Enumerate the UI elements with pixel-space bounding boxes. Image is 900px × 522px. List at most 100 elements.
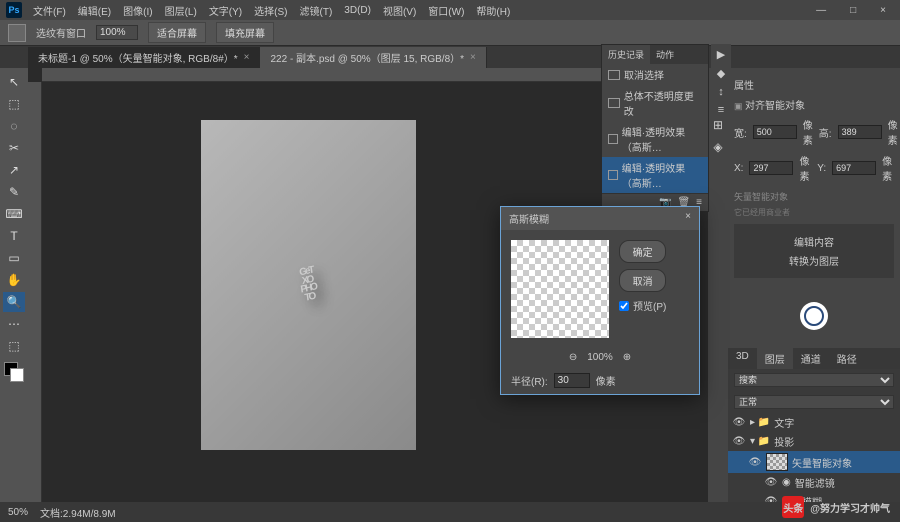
menu-file[interactable]: 文件(F) <box>28 1 71 20</box>
x-input[interactable] <box>749 161 793 175</box>
options-bar: 选纹有窗口 适合屏幕 填充屏幕 <box>0 20 900 46</box>
history-item[interactable]: 总体不透明度更改 <box>602 85 708 121</box>
collapsed-panels: A ¶ ⊞ ◈ <box>708 68 728 502</box>
history-item[interactable]: 编辑·透明效果（高斯… <box>602 157 708 193</box>
close-button[interactable]: × <box>872 3 894 18</box>
tool-preset-icon[interactable] <box>8 24 26 42</box>
status-bar: 50% 文档:2.94M/8.9M <box>0 502 900 522</box>
y-label: Y: <box>817 163 826 174</box>
visibility-icon[interactable]: 👁 <box>732 436 746 447</box>
tab-paths[interactable]: 路径 <box>829 348 865 369</box>
libraries-badge <box>800 302 828 330</box>
diamond-icon[interactable]: ◆ <box>713 67 729 80</box>
gaussian-blur-dialog: 高斯模糊 × 确定 取消 预览(P) ⊖ 100% ⊕ 半径(R): 像素 <box>500 206 700 395</box>
tab-actions[interactable]: 动作 <box>650 45 680 64</box>
height-label: 高: <box>819 125 832 140</box>
tab-3d[interactable]: 3D <box>728 348 757 369</box>
fit-screen-button[interactable]: 适合屏幕 <box>148 22 206 43</box>
app-icon: Ps <box>6 2 22 18</box>
more-tools[interactable]: ⋯ <box>3 314 25 334</box>
menu-edit[interactable]: 编辑(E) <box>73 1 116 20</box>
menu-view[interactable]: 视图(V) <box>378 1 421 20</box>
arrows-icon[interactable]: ↕ <box>713 86 729 98</box>
smart-filters[interactable]: 👁◉智能滤镜 <box>728 473 900 492</box>
close-icon[interactable]: × <box>470 52 476 63</box>
x-label: X: <box>734 163 743 174</box>
menu-type[interactable]: 文字(Y) <box>204 1 247 20</box>
menu-layer[interactable]: 图层(L) <box>160 1 202 20</box>
list-icon[interactable]: ≡ <box>713 104 729 116</box>
history-item[interactable]: 编辑·透明效果（高斯… <box>602 121 708 157</box>
tab-history[interactable]: 历史记录 <box>602 45 650 64</box>
width-input[interactable] <box>753 125 797 139</box>
edit-contents-button[interactable]: 编辑内容 <box>742 232 886 251</box>
height-input[interactable] <box>838 125 882 139</box>
width-label: 宽: <box>734 125 747 140</box>
preview-check[interactable]: 预览(P) <box>619 298 666 313</box>
blend-mode[interactable]: 正常 <box>734 395 894 409</box>
crop-tool[interactable]: ✂ <box>3 138 25 158</box>
ok-button[interactable]: 确定 <box>619 240 666 263</box>
zoom-in-icon[interactable]: ⊕ <box>623 352 631 363</box>
zoom-input[interactable] <box>96 25 138 40</box>
layer-group-text[interactable]: 👁▸ 📁文字 <box>728 413 900 432</box>
play-icon[interactable]: ▶ <box>713 48 729 61</box>
fill-screen-button[interactable]: 填充屏幕 <box>216 22 274 43</box>
radius-label: 半径(R): <box>511 373 548 388</box>
watermark: 头条 @努力学习才帅气 <box>782 496 890 518</box>
zoom-tool[interactable]: 🔍 <box>3 292 25 312</box>
cancel-button[interactable]: 取消 <box>619 269 666 292</box>
visibility-icon[interactable]: 👁 <box>732 417 746 428</box>
tab-doc2[interactable]: 222 - 副本.psd @ 50%（图层 15, RGB/8）*× <box>260 47 486 68</box>
history-item[interactable]: 取消选择 <box>602 64 708 85</box>
menu-window[interactable]: 窗口(W) <box>423 1 469 20</box>
layer-smartobject1[interactable]: 👁矢量智能对象 <box>728 451 900 473</box>
right-panels: 属性 ▣ 对齐智能对象 宽:像素 高:像素 X:像素 Y:像素 矢量智能对象 它… <box>728 68 900 502</box>
radius-input[interactable] <box>554 373 590 388</box>
brush-tool[interactable]: ✎ <box>3 182 25 202</box>
object-type: 矢量智能对象 <box>734 186 894 207</box>
eyedropper-tool[interactable]: ↗ <box>3 160 25 180</box>
menu-3d[interactable]: 3D(D) <box>339 3 376 18</box>
properties-panel: 属性 ▣ 对齐智能对象 宽:像素 高:像素 X:像素 Y:像素 矢量智能对象 它… <box>728 68 900 284</box>
toolbox: ↖ ⬚ ◌ ✂ ↗ ✎ ⌨ T ▭ ✋ 🔍 ⋯ ⬚ <box>0 68 28 502</box>
maximize-button[interactable]: □ <box>842 3 864 18</box>
tab-doc1[interactable]: 未标题-1 @ 50%（矢量智能对象, RGB/8#）*× <box>28 47 260 68</box>
type-tool[interactable]: T <box>3 226 25 246</box>
tab-channels[interactable]: 通道 <box>793 348 829 369</box>
layer-group-shadow[interactable]: 👁▾ 📁投影 <box>728 432 900 451</box>
history-panel: 历史记录 动作 取消选择 总体不透明度更改 编辑·透明效果（高斯… 编辑·透明效… <box>601 44 709 212</box>
convert-layer-button[interactable]: 转换为图层 <box>742 251 886 270</box>
visibility-icon[interactable]: 👁 <box>764 477 778 488</box>
color-swatches[interactable] <box>4 362 24 382</box>
zoom-out-icon[interactable]: ⊖ <box>569 352 577 363</box>
window-controls: — □ × <box>808 3 894 18</box>
menu-filter[interactable]: 滤镜(T) <box>295 1 338 20</box>
collapsed-vstrip: ▶ ◆ ↕ ≡ <box>711 44 731 120</box>
hand-tool[interactable]: ✋ <box>3 270 25 290</box>
lasso-tool[interactable]: ◌ <box>3 116 25 136</box>
close-icon[interactable]: × <box>685 211 691 226</box>
preview-area[interactable] <box>511 240 609 338</box>
menu-image[interactable]: 图像(I) <box>118 1 157 20</box>
tab-layers[interactable]: 图层 <box>757 348 793 369</box>
panel-subtitle: ▣ 对齐智能对象 <box>734 95 894 114</box>
minimize-button[interactable]: — <box>808 3 834 18</box>
zoom-level[interactable]: 50% <box>8 507 28 518</box>
shape-tool[interactable]: ▭ <box>3 248 25 268</box>
menu-help[interactable]: 帮助(H) <box>471 1 515 20</box>
stamp-tool[interactable]: ⌨ <box>3 204 25 224</box>
y-input[interactable] <box>832 161 876 175</box>
swatches-icon[interactable]: ⊞ <box>713 118 723 132</box>
move-tool[interactable]: ↖ <box>3 72 25 92</box>
visibility-icon[interactable]: 👁 <box>748 457 762 468</box>
styles-icon[interactable]: ◈ <box>713 140 722 154</box>
marquee-tool[interactable]: ⬚ <box>3 94 25 114</box>
layer-filter[interactable]: 搜索 <box>734 373 894 387</box>
close-icon[interactable]: × <box>244 52 250 63</box>
visibility-icon[interactable]: 👁 <box>764 496 778 502</box>
menu-select[interactable]: 选择(S) <box>249 1 292 20</box>
layer-panel-tabs: 3D 图层 通道 路径 <box>728 348 900 369</box>
toutiao-logo: 头条 <box>782 496 804 518</box>
edit-toolbar[interactable]: ⬚ <box>3 336 25 356</box>
